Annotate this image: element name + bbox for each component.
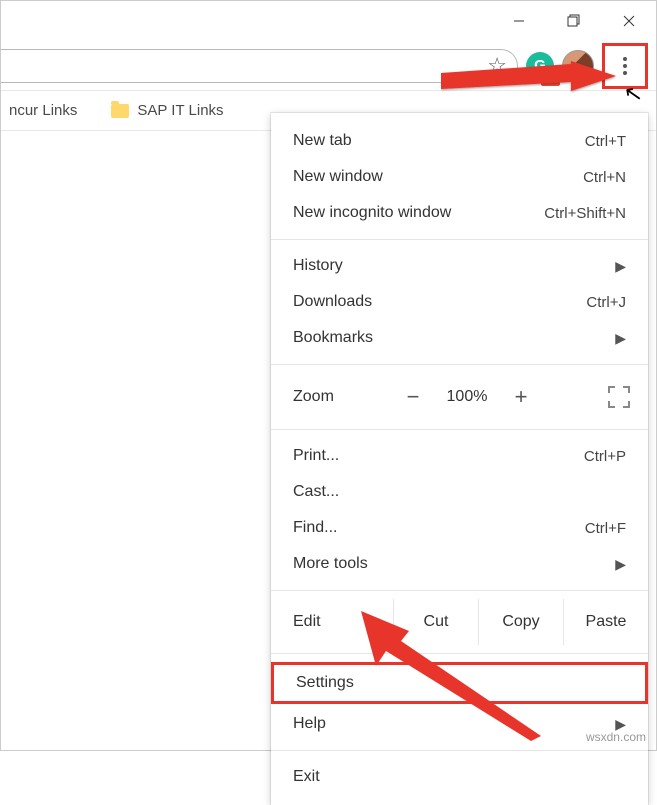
- close-icon: [623, 15, 635, 27]
- bookmark-label: ncur Links: [9, 102, 77, 119]
- extension-badge: off: [541, 73, 560, 86]
- menu-label: Help: [293, 715, 515, 733]
- edit-label: Edit: [293, 613, 393, 631]
- menu-separator: [271, 364, 648, 365]
- minimize-button[interactable]: [491, 1, 546, 41]
- folder-icon: [111, 104, 129, 118]
- minimize-icon: [513, 15, 525, 27]
- menu-label: Bookmarks: [293, 329, 515, 347]
- menu-shortcut: Ctrl+Shift+N: [536, 205, 626, 222]
- chevron-right-icon: ▶: [615, 556, 626, 573]
- chevron-right-icon: ▶: [615, 258, 626, 275]
- menu-item-downloads[interactable]: Downloads Ctrl+J: [271, 284, 648, 320]
- menu-separator: [271, 429, 648, 430]
- profile-avatar[interactable]: [562, 50, 594, 82]
- bookmark-item[interactable]: SAP IT Links: [103, 96, 231, 125]
- restore-icon: [567, 14, 581, 28]
- menu-shortcut: Ctrl+T: [536, 133, 626, 150]
- menu-label: Exit: [293, 768, 536, 786]
- address-bar[interactable]: ☆: [1, 49, 518, 83]
- paste-button[interactable]: Paste: [563, 599, 648, 645]
- menu-separator: [271, 653, 648, 654]
- menu-separator: [271, 239, 648, 240]
- cursor-icon: ↖: [621, 80, 644, 109]
- menu-item-zoom: Zoom − 100% +: [271, 373, 648, 421]
- menu-item-incognito[interactable]: New incognito window Ctrl+Shift+N: [271, 195, 648, 231]
- menu-item-settings[interactable]: Settings: [274, 665, 645, 701]
- menu-label: Print...: [293, 447, 536, 465]
- menu-item-more-tools[interactable]: More tools ▶: [271, 546, 648, 582]
- menu-item-history[interactable]: History ▶: [271, 248, 648, 284]
- menu-shortcut: Ctrl+N: [536, 169, 626, 186]
- menu-item-bookmarks[interactable]: Bookmarks ▶: [271, 320, 648, 356]
- menu-item-cast[interactable]: Cast...: [271, 474, 648, 510]
- vertical-dots-icon: [623, 57, 627, 61]
- fullscreen-button[interactable]: [608, 386, 630, 408]
- menu-label: More tools: [293, 555, 515, 573]
- extension-glyph-icon: G: [534, 57, 546, 74]
- zoom-label: Zoom: [293, 388, 393, 406]
- menu-item-print[interactable]: Print... Ctrl+P: [271, 438, 648, 474]
- window-title-bar: [1, 1, 656, 41]
- menu-item-new-tab[interactable]: New tab Ctrl+T: [271, 123, 648, 159]
- menu-label: History: [293, 257, 515, 275]
- bookmark-item[interactable]: ncur Links: [1, 96, 85, 125]
- menu-item-exit[interactable]: Exit: [271, 759, 648, 795]
- menu-shortcut: Ctrl+P: [536, 448, 626, 465]
- menu-label: New tab: [293, 132, 536, 150]
- menu-label: Find...: [293, 519, 536, 537]
- bookmark-label: SAP IT Links: [137, 102, 223, 119]
- menu-item-edit: Edit Cut Copy Paste: [271, 599, 648, 645]
- cut-button[interactable]: Cut: [393, 599, 478, 645]
- menu-shortcut: Ctrl+J: [536, 294, 626, 311]
- highlight-settings: Settings: [271, 662, 648, 704]
- zoom-in-button[interactable]: +: [501, 384, 541, 410]
- browser-toolbar: ☆ G off: [1, 41, 656, 91]
- menu-label: Cast...: [293, 483, 536, 501]
- menu-label: Downloads: [293, 293, 536, 311]
- maximize-button[interactable]: [546, 1, 601, 41]
- more-button[interactable]: [623, 54, 627, 78]
- zoom-value: 100%: [433, 388, 501, 406]
- menu-label: New window: [293, 168, 536, 186]
- menu-item-new-window[interactable]: New window Ctrl+N: [271, 159, 648, 195]
- bookmark-star-icon[interactable]: ☆: [487, 53, 507, 79]
- menu-separator: [271, 590, 648, 591]
- menu-label: Settings: [296, 674, 533, 692]
- copy-button[interactable]: Copy: [478, 599, 563, 645]
- menu-item-find[interactable]: Find... Ctrl+F: [271, 510, 648, 546]
- menu-shortcut: Ctrl+F: [536, 520, 626, 537]
- chevron-right-icon: ▶: [615, 330, 626, 347]
- close-button[interactable]: [601, 1, 656, 41]
- zoom-out-button[interactable]: −: [393, 384, 433, 410]
- chrome-main-menu: New tab Ctrl+T New window Ctrl+N New inc…: [271, 113, 648, 805]
- extension-icon[interactable]: G off: [526, 52, 554, 80]
- menu-label: New incognito window: [293, 204, 536, 222]
- attribution-text: wsxdn.com: [586, 730, 646, 744]
